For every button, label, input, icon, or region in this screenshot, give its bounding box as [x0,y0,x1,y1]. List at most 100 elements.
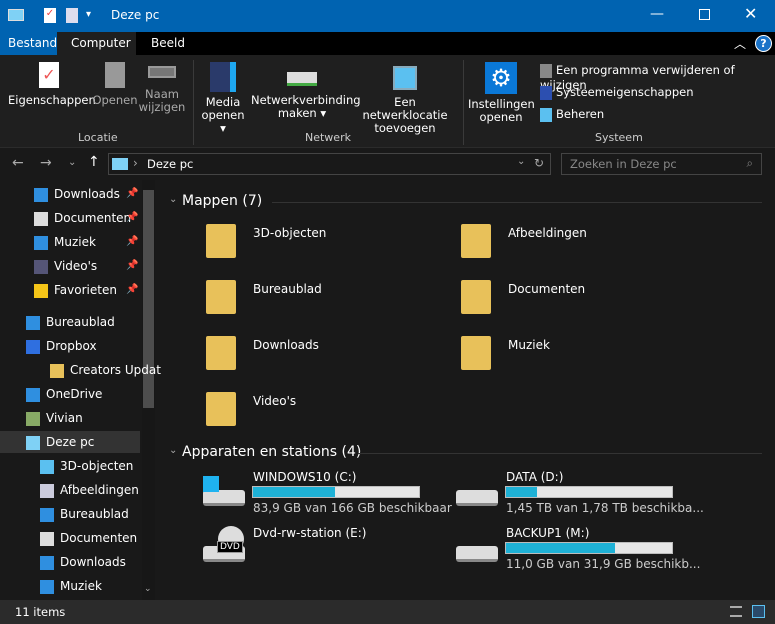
pin-icon[interactable]: 📌 [126,236,138,247]
window-title: Deze pc [111,8,160,22]
scrollbar[interactable]: ⌄ [142,180,155,600]
ribbon-tabs: Bestand Computer Beeld ︿ ? [0,32,775,55]
folder-item[interactable]: Video's [206,390,446,438]
help-icon[interactable]: ? [755,35,772,52]
breadcrumb-deze-pc[interactable]: Deze pc [147,157,193,171]
rename-button[interactable]: Naam wijzigen [138,62,186,114]
sidebar-item[interactable]: Documenten [40,527,137,549]
forward-button[interactable]: → [40,155,52,171]
recent-locations-icon[interactable]: ⌄ [68,157,76,168]
item-count: 11 items [15,605,66,619]
sidebar-item[interactable]: Vivian [26,407,83,429]
folder-label: Video's [253,394,297,408]
sidebar-item-label: Downloads [60,555,126,569]
sidebar-item-label: Afbeeldingen [60,483,139,497]
pin-icon[interactable]: 📌 [126,284,138,295]
sidebar-item[interactable]: Favorieten [34,279,117,301]
header-line [358,453,762,454]
sidebar-item[interactable]: OneDrive [26,383,102,405]
close-button[interactable]: ✕ [744,4,757,23]
folder-item[interactable]: Afbeeldingen [461,222,701,270]
sidebar-item-icon [34,283,48,298]
sidebar-item-icon [34,187,48,202]
open-button[interactable]: Openen [92,62,138,107]
folder-label: Bureaublad [253,282,322,296]
drive-label: Dvd-rw-station (E:) [253,526,367,540]
folders-header[interactable]: Mappen (7) [182,193,262,209]
folders-collapse-icon[interactable]: ⌄ [169,194,177,205]
search-input[interactable]: Zoeken in Deze pc ⌕ [561,153,762,175]
folder-label: Afbeeldingen [508,226,587,240]
open-settings-button[interactable]: ⚙ Instellingen openen [468,62,535,124]
drive-item[interactable]: DVD Dvd-rw-station (E:) [200,524,440,574]
drive-item[interactable]: BACKUP1 (M:) 11,0 GB van 31,9 GB beschikb… [453,524,700,574]
sidebar-item[interactable]: Muziek [34,231,96,253]
system-properties-icon [540,85,552,100]
collapse-ribbon-icon[interactable]: ︿ [734,35,746,52]
folder-label: Muziek [508,338,550,352]
sidebar-item[interactable]: Bureaublad [40,503,129,525]
folder-icon [461,336,491,370]
refresh-icon[interactable]: ↻ [534,156,544,170]
maximize-button[interactable] [699,9,710,20]
add-network-location-button[interactable]: Een netwerklocatie toevoegen [355,62,455,135]
sidebar-item-label: Dropbox [46,339,97,353]
pin-icon[interactable]: 📌 [126,260,138,271]
sidebar-item[interactable]: Downloads [40,551,126,573]
sidebar-item[interactable]: Muziek [40,575,102,597]
tab-computer[interactable]: Computer [57,32,136,55]
sidebar-item[interactable]: Afbeeldingen [40,479,139,501]
sidebar-item[interactable]: 3D-objecten [40,455,133,477]
sidebar-item[interactable]: Deze pc [0,431,140,453]
drive-label: WINDOWS10 (C:) [253,470,357,484]
sidebar-item[interactable]: Bureaublad [26,311,115,333]
up-button[interactable]: ↑ [88,154,100,170]
folder-item[interactable]: Muziek [461,334,701,382]
sidebar-item-label: Deze pc [46,435,95,449]
network-drive-icon [287,72,317,86]
sidebar-item-label: Bureaublad [60,507,129,521]
back-button[interactable]: ← [12,155,24,171]
folder-item[interactable]: Downloads [206,334,446,382]
folder-item[interactable]: 3D-objecten [206,222,446,270]
folder-item[interactable]: Bureaublad [206,278,446,326]
sidebar-item-icon [50,363,64,378]
folder-item[interactable]: Documenten [461,278,701,326]
drives-header[interactable]: Apparaten en stations (4) [182,444,361,460]
system-properties-button[interactable]: Systeemeigenschappen [540,85,694,100]
folder-label: Downloads [253,338,319,352]
address-dropdown-icon[interactable]: ⌄ [517,156,525,167]
pin-icon[interactable]: 📌 [126,188,138,199]
sidebar-item[interactable]: Downloads [34,183,120,205]
address-bar[interactable]: › Deze pc ⌄ ↻ [108,153,551,175]
sidebar-item[interactable]: Dropbox [26,335,97,357]
customize-quick-access-icon[interactable]: ▾ [86,9,91,20]
details-view-button[interactable] [730,606,742,617]
sidebar-item[interactable]: Video's [34,255,97,277]
rename-icon [148,66,176,78]
new-folder-quick-icon[interactable] [66,8,78,23]
drive-item[interactable]: WINDOWS10 (C:) 83,9 GB van 166 GB beschik… [200,468,452,518]
group-label-systeem: Systeem [595,131,643,144]
computer-icon [8,9,24,21]
map-network-drive-button[interactable]: Netwerkverbinding maken ▾ [251,62,361,120]
pin-icon[interactable]: 📌 [126,212,138,223]
tab-beeld[interactable]: Beeld [143,32,193,55]
sidebar-item-label: Creators Updat [70,363,161,377]
drives-collapse-icon[interactable]: ⌄ [169,445,177,456]
manage-button[interactable]: Beheren [540,107,604,122]
sidebar-item[interactable]: Documenten [34,207,131,229]
sidebar-item[interactable]: Creators Updat [50,359,161,381]
large-icons-view-button[interactable] [752,605,765,618]
sidebar-item-icon [40,459,54,474]
drive-item[interactable]: DATA (D:) 1,45 TB van 1,78 TB beschikba..… [453,468,704,518]
properties-icon: ✓ [39,62,59,88]
properties-button[interactable]: ✓ Eigenschappen [8,62,96,107]
minimize-button[interactable]: — [650,6,664,22]
sidebar-item-label: Documenten [60,531,138,545]
properties-quick-icon[interactable]: ✓ [44,8,56,23]
tab-bestand[interactable]: Bestand [0,32,57,55]
hard-drive-icon [456,546,498,562]
media-open-button[interactable]: Media openen ▾ [198,62,248,135]
drive-label: DATA (D:) [506,470,564,484]
